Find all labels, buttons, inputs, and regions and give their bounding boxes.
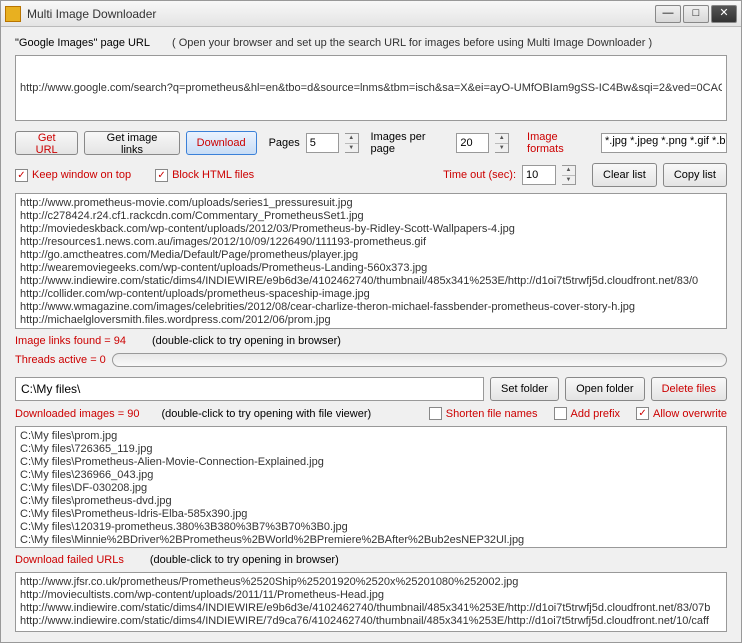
list-item[interactable]: http://resources1.news.com.au/images/201… xyxy=(20,236,722,249)
list-item[interactable]: http://moviedeskback.com/wp-content/uplo… xyxy=(20,223,722,236)
list-item[interactable]: http://wearemoviegeeks.com/wp-content/up… xyxy=(20,262,722,275)
downloaded-list[interactable]: C:\My files\prom.jpgC:\My files\726365_1… xyxy=(15,426,727,548)
per-page-label: Images per page xyxy=(371,131,451,155)
list-item[interactable]: C:\My files\DF-030208.jpg xyxy=(20,482,722,495)
list-item[interactable]: http://michaelgloversmith.files.wordpres… xyxy=(20,314,722,327)
clear-list-button[interactable]: Clear list xyxy=(592,163,657,187)
copy-list-button[interactable]: Copy list xyxy=(663,163,727,187)
progress-bar xyxy=(112,353,727,367)
failed-list[interactable]: http://www.jfsr.co.uk/prometheus/Prometh… xyxy=(15,572,727,632)
url-label: "Google Images" page URL xyxy=(15,37,150,49)
maximize-button[interactable]: □ xyxy=(683,5,709,23)
url-input[interactable] xyxy=(15,55,727,121)
window-title: Multi Image Downloader xyxy=(27,7,655,21)
links-found-hint: (double-click to try opening in browser) xyxy=(152,335,341,347)
list-item[interactable]: http://www.indiewire.com/static/dims4/IN… xyxy=(20,602,722,615)
list-item[interactable]: http://go.amctheatres.com/Media/Default/… xyxy=(20,249,722,262)
check-icon: ✓ xyxy=(636,407,649,420)
titlebar[interactable]: Multi Image Downloader — □ ✕ xyxy=(1,1,741,27)
per-page-spinner[interactable]: ▲▼ xyxy=(495,133,509,153)
list-item[interactable]: C:\My files\prom.jpg xyxy=(20,430,722,443)
list-item[interactable]: C:\My files\Minnie%2BDriver%2BPrometheus… xyxy=(20,534,722,547)
set-folder-button[interactable]: Set folder xyxy=(490,377,559,401)
url-hint: ( Open your browser and set up the searc… xyxy=(172,37,652,49)
list-item[interactable]: http://www.wmagazine.com/images/celebrit… xyxy=(20,301,722,314)
list-item[interactable]: http://www.jfsr.co.uk/prometheus/Prometh… xyxy=(20,576,722,589)
folder-input[interactable] xyxy=(15,377,484,401)
downloaded-hint: (double-click to try opening with file v… xyxy=(161,408,371,420)
shorten-checkbox[interactable]: Shorten file names xyxy=(429,407,538,420)
pages-spinner[interactable]: ▲▼ xyxy=(345,133,359,153)
list-item[interactable]: C:\My files\prometheus-dvd.jpg xyxy=(20,495,722,508)
timeout-input[interactable]: 10 xyxy=(522,165,556,185)
downloaded-label: Downloaded images = 90 xyxy=(15,408,139,420)
list-item[interactable]: C:\My files\Prometheus-Idris-Elba-585x39… xyxy=(20,508,722,521)
list-item[interactable]: http://moviecultists.com/wp-content/uplo… xyxy=(20,589,722,602)
overwrite-checkbox[interactable]: ✓ Allow overwrite xyxy=(636,407,727,420)
timeout-label: Time out (sec): xyxy=(443,169,516,181)
block-html-checkbox[interactable]: ✓ Block HTML files xyxy=(155,169,254,182)
get-links-button[interactable]: Get image links xyxy=(84,131,179,155)
formats-input[interactable]: *.jpg *.jpeg *.png *.gif *.bm xyxy=(601,133,727,153)
pages-label: Pages xyxy=(269,137,300,149)
check-icon xyxy=(554,407,567,420)
links-list[interactable]: http://www.prometheus-movie.com/uploads/… xyxy=(15,193,727,329)
check-icon: ✓ xyxy=(15,169,28,182)
prefix-checkbox[interactable]: Add prefix xyxy=(554,407,621,420)
list-item[interactable]: http://www.indiewire.com/static/dims4/IN… xyxy=(20,615,722,628)
open-folder-button[interactable]: Open folder xyxy=(565,377,644,401)
app-icon xyxy=(5,6,21,22)
list-item[interactable]: C:\My files\Prometheus-Alien-Movie-Conne… xyxy=(20,456,722,469)
check-icon: ✓ xyxy=(155,169,168,182)
threads-label: Threads active = 0 xyxy=(15,354,106,366)
pages-input[interactable]: 5 xyxy=(306,133,339,153)
list-item[interactable]: http://c278424.r24.cf1.rackcdn.com/Comme… xyxy=(20,210,722,223)
check-icon xyxy=(429,407,442,420)
list-item[interactable]: http://www.indiewire.com/static/dims4/IN… xyxy=(20,275,722,288)
list-item[interactable]: C:\My files\236966_043.jpg xyxy=(20,469,722,482)
list-item[interactable]: C:\My files\120319-prometheus.380%3B380%… xyxy=(20,521,722,534)
app-window: Multi Image Downloader — □ ✕ "Google Ima… xyxy=(0,0,742,643)
failed-hint: (double-click to try opening in browser) xyxy=(150,554,339,566)
list-item[interactable]: http://collider.com/wp-content/uploads/p… xyxy=(20,288,722,301)
list-item[interactable]: http://www.prometheus-movie.com/uploads/… xyxy=(20,197,722,210)
formats-label: Image formats xyxy=(527,131,595,155)
close-button[interactable]: ✕ xyxy=(711,5,737,23)
download-button[interactable]: Download xyxy=(186,131,257,155)
list-item[interactable]: C:\My files\726365_119.jpg xyxy=(20,443,722,456)
delete-files-button[interactable]: Delete files xyxy=(651,377,727,401)
links-found-label: Image links found = 94 xyxy=(15,335,126,347)
timeout-spinner[interactable]: ▲▼ xyxy=(562,165,576,185)
keep-on-top-checkbox[interactable]: ✓ Keep window on top xyxy=(15,169,131,182)
per-page-input[interactable]: 20 xyxy=(456,133,489,153)
minimize-button[interactable]: — xyxy=(655,5,681,23)
failed-label: Download failed URLs xyxy=(15,554,124,566)
get-url-button[interactable]: Get URL xyxy=(15,131,78,155)
